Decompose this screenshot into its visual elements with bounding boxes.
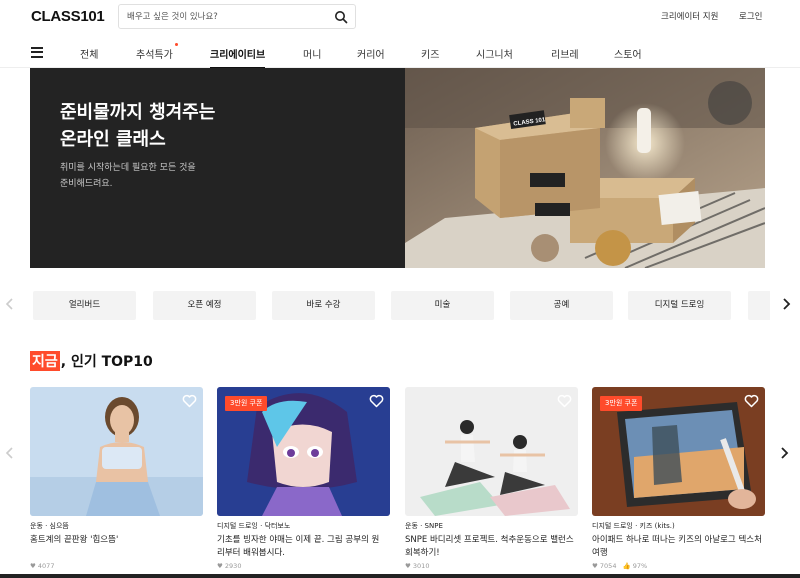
class-card[interactable]: 3만원 쿠폰 디지털 드로잉 · 닥터보노 기초를 빙자한 야매는 이제 끝. … — [217, 387, 390, 560]
hamburger-menu-icon[interactable] — [31, 47, 43, 58]
card-stats: ♥ 7054 👍 97% — [592, 562, 647, 570]
card-category: 운동 · 심으뜸 — [30, 522, 69, 530]
category-next-icon[interactable] — [779, 297, 793, 311]
class-thumbnail[interactable] — [405, 387, 578, 516]
nav-item-chuseok-label: 추석특가 — [136, 50, 173, 61]
rating-percent: 97% — [632, 562, 648, 570]
nav-item-signature[interactable]: 시그니처 — [476, 46, 513, 61]
section-title-rest: , 인기 TOP10 — [60, 354, 153, 370]
nav-item-creative[interactable]: 크리에이티브 — [210, 46, 266, 69]
heart-small-icon: ♥ — [217, 562, 223, 570]
hero-subtitle-line2: 준비해드려요. — [60, 179, 113, 189]
class-thumbnail[interactable]: 3만원 쿠폰 — [592, 387, 765, 516]
hero-image-class-kit-boxes: CLASS 101 — [405, 68, 765, 268]
section-title-top10: 지금 , 인기 TOP10 — [30, 351, 153, 371]
hero-title-line1: 준비물까지 챙겨주는 — [60, 102, 216, 123]
likes-count: 7054 — [599, 562, 617, 570]
category-pill-craft[interactable]: 공예 — [510, 291, 613, 320]
likes-count: 4077 — [37, 562, 55, 570]
section-title-highlight: 지금 — [30, 351, 60, 371]
hero-title-line2: 온라인 클래스 — [60, 129, 166, 150]
hero-title: 준비물까지 챙겨주는 온라인 클래스 — [60, 99, 215, 153]
creator-support-link[interactable]: 크리에이터 지원 — [661, 10, 718, 22]
class-card[interactable]: 운동 · 심으뜸 홈트계의 끝판왕 '힙으뜸' — [30, 387, 203, 547]
category-pill-opening-soon[interactable]: 오픈 예정 — [153, 291, 256, 320]
heart-icon[interactable] — [744, 394, 759, 408]
cards-next-icon[interactable] — [779, 446, 791, 460]
likes-count: 3010 — [412, 562, 430, 570]
nav-item-libre[interactable]: 리브레 — [551, 46, 579, 61]
new-dot-icon — [174, 43, 178, 46]
category-pill-digital-drawing[interactable]: 디지털 드로잉 — [628, 291, 731, 320]
coupon-badge: 3만원 쿠폰 — [225, 396, 268, 411]
card-category: 디지털 드로잉 · 키즈 (kits.) — [592, 522, 675, 530]
category-nav: 전체 추석특가 크리에이티브 머니 커리어 키즈 시그니처 리브레 스토어 — [0, 40, 800, 69]
likes-count: 2930 — [224, 562, 242, 570]
search-box[interactable] — [118, 4, 356, 29]
heart-small-icon: ♥ — [592, 562, 598, 570]
search-input[interactable] — [127, 9, 327, 25]
category-pill-art[interactable]: 미술 — [391, 291, 494, 320]
card-title[interactable]: 아이패드 하나로 떠나는 키즈의 아날로그 텍스처 여행 — [592, 534, 762, 560]
heart-icon[interactable] — [369, 394, 384, 408]
card-category: 운동 · SNPE — [405, 522, 443, 530]
class-card[interactable]: 운동 · SNPE SNPE 바디리셋 프로젝트. 척추운동으로 밸런스 회복하… — [405, 387, 578, 560]
hero-text-panel: 준비물까지 챙겨주는 온라인 클래스 취미를 시작하는데 필요한 모든 것을 준… — [30, 68, 405, 268]
card-title[interactable]: SNPE 바디리셋 프로젝트. 척추운동으로 밸런스 회복하기! — [405, 534, 575, 560]
card-title[interactable]: 홈트계의 끝판왕 '힙으뜸' — [30, 534, 200, 547]
thumbs-up-icon: 👍 — [622, 562, 631, 570]
hero-subtitle-line1: 취미를 시작하는데 필요한 모든 것을 — [60, 163, 196, 173]
nav-item-store[interactable]: 스토어 — [614, 46, 642, 61]
card-stats: ♥ 3010 — [405, 562, 429, 570]
nav-item-kids[interactable]: 키즈 — [421, 46, 439, 61]
class-thumbnail[interactable] — [30, 387, 203, 516]
bottom-bar — [0, 574, 800, 578]
login-link[interactable]: 로그인 — [739, 10, 762, 22]
class-card[interactable]: 3만원 쿠폰 디지털 드로잉 · 키즈 (kits.) 아이패드 하나로 떠나는… — [592, 387, 765, 560]
heart-icon[interactable] — [557, 394, 572, 408]
nav-item-chuseok-sale[interactable]: 추석특가 — [136, 43, 178, 61]
category-prev-icon[interactable] — [3, 297, 17, 311]
nav-item-career[interactable]: 커리어 — [357, 46, 385, 61]
class-thumbnail[interactable]: 3만원 쿠폰 — [217, 387, 390, 516]
class101-logo[interactable]: CLASS101 — [31, 8, 105, 25]
heart-icon[interactable] — [182, 394, 197, 408]
search-icon[interactable] — [333, 9, 349, 25]
nav-item-all[interactable]: 전체 — [80, 46, 98, 61]
category-pill-instant-enroll[interactable]: 바로 수강 — [272, 291, 375, 320]
heart-small-icon: ♥ — [30, 562, 36, 570]
top-header: CLASS101 크리에이터 지원 로그인 — [0, 0, 800, 36]
category-pill-early-bird[interactable]: 얼리버드 — [33, 291, 136, 320]
card-stats: ♥ 4077 — [30, 562, 54, 570]
heart-small-icon: ♥ — [405, 562, 411, 570]
cards-prev-icon[interactable] — [5, 446, 15, 460]
nav-item-money[interactable]: 머니 — [303, 46, 321, 61]
card-stats: ♥ 2930 — [217, 562, 241, 570]
coupon-badge: 3만원 쿠폰 — [600, 396, 643, 411]
card-title[interactable]: 기초를 빙자한 야매는 이제 끝. 그림 공부의 원리부터 배워봅시다. — [217, 534, 387, 560]
hero-subtitle: 취미를 시작하는데 필요한 모든 것을 준비해드려요. — [60, 160, 196, 192]
card-category: 디지털 드로잉 · 닥터보노 — [217, 522, 291, 530]
category-pill-partial[interactable] — [748, 291, 770, 320]
hero-banner[interactable]: 준비물까지 챙겨주는 온라인 클래스 취미를 시작하는데 필요한 모든 것을 준… — [30, 68, 765, 268]
